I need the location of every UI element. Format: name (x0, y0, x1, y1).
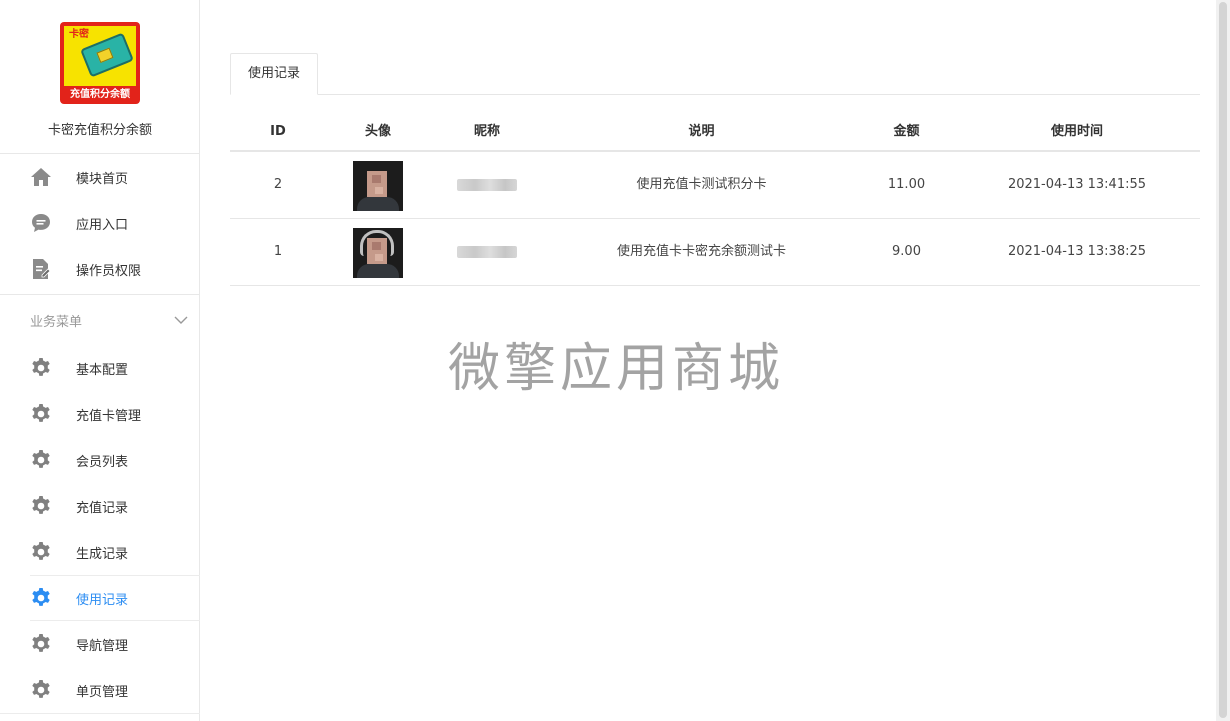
column-header-time: 使用时间 (1050, 124, 1103, 139)
business-menu-label: 业务菜单 (30, 314, 83, 330)
table-row: 1 使用充值卡卡密充余额测试卡 9.00 2021-04-13 13:38:25 (230, 219, 1200, 286)
gear-icon (30, 541, 52, 563)
gear-icon (30, 679, 52, 701)
sidebar-item-operator-permissions[interactable]: 操作员权限 (0, 246, 200, 292)
table-row: 2 使用充值卡测试积分卡 11.00 2021-04-13 13:41:55 (230, 152, 1200, 219)
sidebar-item-label: 单页管理 (76, 684, 129, 700)
sidebar-item-usage-records[interactable]: 使用记录 (0, 575, 200, 621)
column-header-description: 说明 (688, 124, 715, 139)
sidebar-item-label: 生成记录 (76, 546, 129, 562)
gear-icon (30, 403, 52, 425)
sidebar-item-card-management[interactable]: 充值卡管理 (0, 391, 200, 437)
gear-icon (30, 495, 52, 517)
row-description: 使用充值卡测试积分卡 (636, 177, 767, 192)
app-logo: 卡密 充值积分余额 (60, 22, 140, 104)
sidebar-item-label: 导航管理 (76, 638, 129, 654)
chevron-down-icon (174, 310, 188, 329)
logo-caption: 充值积分余额 (70, 89, 130, 100)
blurred-nickname (457, 246, 517, 258)
gear-icon (30, 633, 52, 655)
sidebar-item-member-list[interactable]: 会员列表 (0, 437, 200, 483)
gear-icon (30, 449, 52, 471)
divider (30, 575, 200, 576)
sidebar-item-app-entry[interactable]: 应用入口 (0, 200, 200, 246)
usage-records-table: ID 头像 昵称 说明 金额 使用时间 2 使用充值卡测试积分卡 11.00 2… (230, 112, 1200, 286)
column-header-nickname: 昵称 (473, 124, 500, 139)
row-description: 使用充值卡卡密充余额测试卡 (616, 244, 786, 259)
row-amount: 11.00 (887, 177, 926, 192)
sidebar-item-module-home[interactable]: 模块首页 (0, 154, 200, 200)
document-edit-icon (30, 258, 52, 280)
table-header: ID 头像 昵称 说明 金额 使用时间 (230, 112, 1200, 152)
row-id: 2 (273, 177, 283, 192)
divider (30, 620, 200, 621)
sidebar-item-label: 充值卡管理 (76, 408, 142, 424)
column-header-id: ID (270, 124, 286, 139)
gear-icon (30, 357, 52, 379)
avatar (353, 228, 403, 278)
sidebar-item-label: 基本配置 (76, 362, 129, 378)
top-menu: 模块首页 应用入口 操作员权限 (0, 153, 200, 292)
row-id: 1 (273, 244, 283, 259)
sidebar-item-basic-config[interactable]: 基本配置 (0, 345, 200, 391)
business-menu-toggle[interactable]: 业务菜单 (0, 298, 200, 342)
tab-usage-records[interactable]: 使用记录 (230, 53, 318, 95)
chat-bubble-icon (30, 212, 52, 234)
sidebar-item-label: 操作员权限 (76, 263, 142, 279)
vertical-scrollbar[interactable] (1216, 0, 1230, 721)
scrollbar-thumb[interactable] (1219, 2, 1227, 718)
column-header-avatar: 头像 (364, 124, 391, 139)
home-icon (30, 166, 52, 188)
avatar (353, 161, 403, 211)
sidebar-item-navigation-management[interactable]: 导航管理 (0, 621, 200, 667)
watermark: 微擎应用商城 (448, 339, 785, 399)
sidebar-item-label: 使用记录 (76, 592, 129, 608)
gear-icon (30, 587, 52, 609)
tab-bar: 使用记录 (230, 53, 1200, 95)
logo-corner-text: 卡密 (69, 29, 89, 40)
sidebar: 卡密 充值积分余额 卡密充值积分余额 模块首页 应用入口 操作员权限 业务菜单 (0, 0, 200, 721)
business-menu: 基本配置 充值卡管理 会员列表 充值记录 生成记录 使用记录 导航管理 单页管理 (0, 345, 200, 713)
divider (0, 294, 200, 295)
sidebar-item-recharge-records[interactable]: 充值记录 (0, 483, 200, 529)
sidebar-item-label: 应用入口 (76, 217, 129, 233)
blurred-nickname (457, 179, 517, 191)
row-time: 2021-04-13 13:41:55 (1007, 177, 1147, 192)
sidebar-item-label: 充值记录 (76, 500, 129, 516)
row-amount: 9.00 (892, 244, 921, 259)
column-header-amount: 金额 (893, 124, 920, 139)
divider (0, 713, 200, 714)
app-name: 卡密充值积分余额 (47, 123, 152, 138)
sidebar-item-label: 会员列表 (76, 454, 129, 470)
sidebar-item-label: 模块首页 (76, 171, 129, 187)
row-time: 2021-04-13 13:38:25 (1007, 244, 1147, 259)
sidebar-item-generation-records[interactable]: 生成记录 (0, 529, 200, 575)
sidebar-item-page-management[interactable]: 单页管理 (0, 667, 200, 713)
